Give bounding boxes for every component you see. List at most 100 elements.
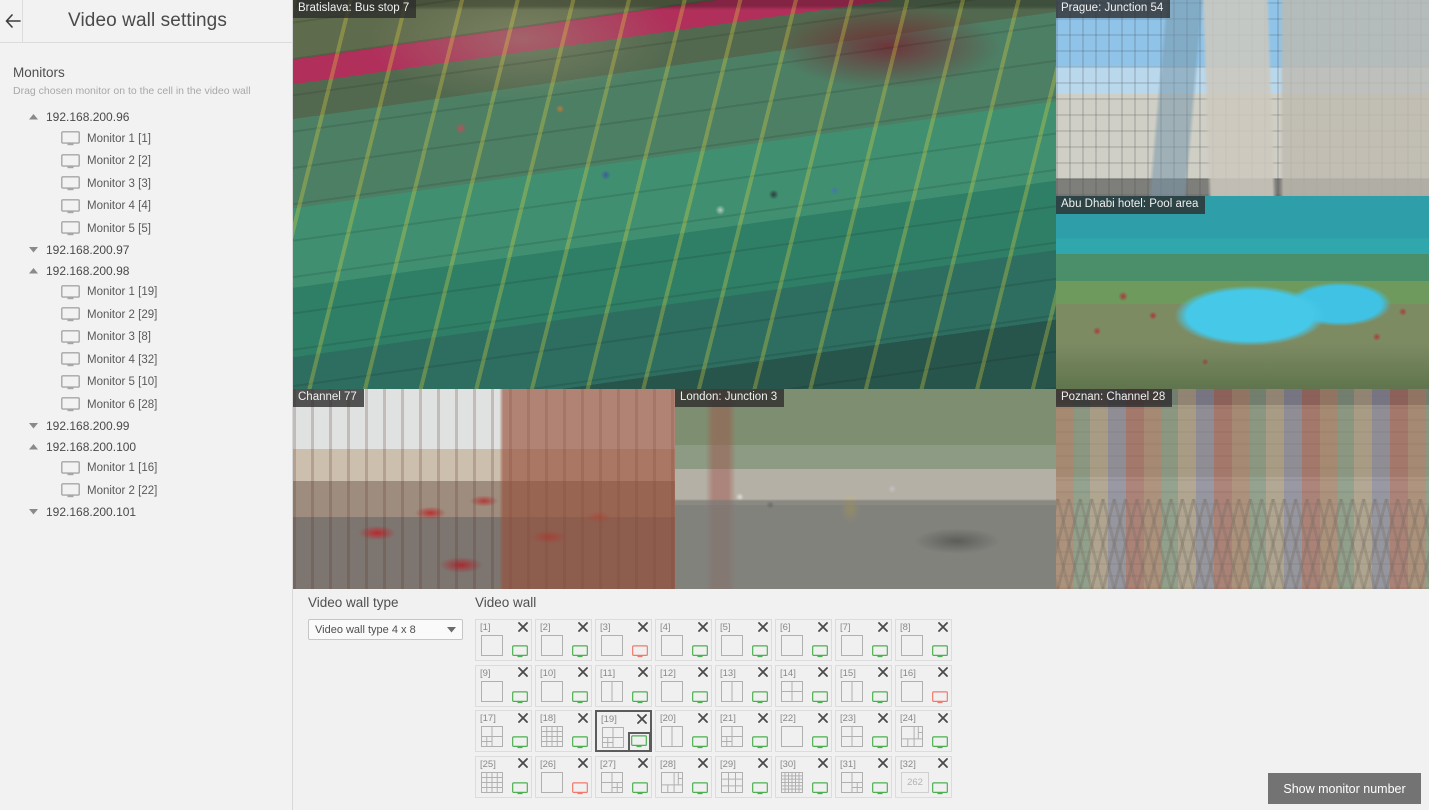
- monitor-online-icon[interactable]: [812, 690, 828, 704]
- close-icon[interactable]: [637, 621, 648, 632]
- wall-cell[interactable]: [19]: [595, 710, 652, 752]
- tree-group-192.168.200.99[interactable]: 192.168.200.99: [13, 416, 292, 437]
- wall-type-select[interactable]: Video wall type 4 x 8: [308, 619, 463, 640]
- close-icon[interactable]: [877, 667, 888, 678]
- close-icon[interactable]: [817, 758, 828, 769]
- wall-cell[interactable]: [1]: [475, 619, 532, 661]
- monitor-online-icon[interactable]: [752, 781, 768, 795]
- tree-group-192.168.200.98[interactable]: 192.168.200.98: [13, 261, 292, 282]
- monitor-online-icon[interactable]: [872, 736, 888, 749]
- monitor-online-icon[interactable]: [512, 781, 528, 795]
- close-icon[interactable]: [636, 713, 647, 724]
- wall-cell[interactable]: [24]: [895, 710, 952, 752]
- wall-cell[interactable]: [30]: [775, 755, 832, 798]
- tree-group-192.168.200.96[interactable]: 192.168.200.96: [13, 107, 292, 128]
- monitor-online-icon[interactable]: [632, 781, 648, 795]
- close-icon[interactable]: [817, 712, 828, 723]
- monitor-online-icon[interactable]: [812, 645, 828, 658]
- tree-group-192.168.200.100[interactable]: 192.168.200.100: [13, 437, 292, 458]
- close-icon[interactable]: [637, 758, 648, 769]
- caret-down-icon[interactable]: [26, 505, 40, 519]
- close-icon[interactable]: [517, 667, 528, 678]
- wall-cell[interactable]: [2]: [535, 619, 592, 661]
- wall-cell[interactable]: [15]: [835, 664, 892, 707]
- monitor-online-icon[interactable]: [512, 645, 528, 658]
- wall-cell[interactable]: [32] 262: [895, 755, 952, 798]
- close-icon[interactable]: [637, 667, 648, 678]
- monitor-item[interactable]: Monitor 4 [32]: [13, 349, 292, 372]
- close-icon[interactable]: [577, 758, 588, 769]
- wall-cell[interactable]: [23]: [835, 710, 892, 752]
- monitor-item[interactable]: Monitor 3 [8]: [13, 326, 292, 349]
- close-icon[interactable]: [517, 758, 528, 769]
- monitor-item[interactable]: Monitor 4 [4]: [13, 195, 292, 218]
- wall-cell[interactable]: [22]: [775, 710, 832, 752]
- monitor-online-icon[interactable]: [512, 736, 528, 749]
- wall-cell[interactable]: [17]: [475, 710, 532, 752]
- monitor-item[interactable]: Monitor 1 [1]: [13, 128, 292, 151]
- monitor-item[interactable]: Monitor 1 [16]: [13, 457, 292, 480]
- monitor-item[interactable]: Monitor 2 [29]: [13, 304, 292, 327]
- wall-cell[interactable]: [5]: [715, 619, 772, 661]
- caret-down-icon[interactable]: [26, 419, 40, 433]
- wall-cell[interactable]: [16]: [895, 664, 952, 707]
- monitor-item[interactable]: Monitor 5 [5]: [13, 218, 292, 241]
- monitor-item[interactable]: Monitor 3 [3]: [13, 173, 292, 196]
- video-tile[interactable]: Abu Dhabi hotel: Pool area: [1056, 196, 1429, 389]
- close-icon[interactable]: [757, 758, 768, 769]
- wall-cell[interactable]: [27]: [595, 755, 652, 798]
- monitor-online-icon[interactable]: [632, 690, 648, 704]
- monitor-online-icon[interactable]: [872, 690, 888, 704]
- close-icon[interactable]: [937, 712, 948, 723]
- monitor-online-icon[interactable]: [692, 781, 708, 795]
- monitor-online-icon[interactable]: [812, 781, 828, 795]
- monitor-online-icon[interactable]: [512, 690, 528, 704]
- caret-down-icon[interactable]: [26, 243, 40, 257]
- caret-up-icon[interactable]: [26, 264, 40, 278]
- close-icon[interactable]: [577, 667, 588, 678]
- caret-up-icon[interactable]: [26, 440, 40, 454]
- video-tile[interactable]: Prague: Junction 54: [1056, 0, 1429, 196]
- caret-up-icon[interactable]: [26, 110, 40, 124]
- monitor-online-icon[interactable]: [812, 736, 828, 749]
- close-icon[interactable]: [517, 621, 528, 632]
- wall-cell[interactable]: [18]: [535, 710, 592, 752]
- monitor-online-icon[interactable]: [752, 736, 768, 749]
- close-icon[interactable]: [877, 712, 888, 723]
- close-icon[interactable]: [877, 621, 888, 632]
- close-icon[interactable]: [937, 621, 948, 632]
- close-icon[interactable]: [697, 667, 708, 678]
- close-icon[interactable]: [817, 621, 828, 632]
- monitor-online-icon[interactable]: [572, 645, 588, 658]
- wall-cell[interactable]: [10]: [535, 664, 592, 707]
- monitor-online-icon[interactable]: [572, 690, 588, 704]
- monitor-online-icon[interactable]: [872, 645, 888, 658]
- close-icon[interactable]: [937, 667, 948, 678]
- monitor-online-icon[interactable]: [932, 736, 948, 749]
- close-icon[interactable]: [697, 758, 708, 769]
- wall-cell[interactable]: [29]: [715, 755, 772, 798]
- monitor-item[interactable]: Monitor 2 [2]: [13, 150, 292, 173]
- wall-cell[interactable]: [21]: [715, 710, 772, 752]
- monitor-online-icon[interactable]: [692, 690, 708, 704]
- wall-cell[interactable]: [12]: [655, 664, 712, 707]
- wall-cell[interactable]: [26]: [535, 755, 592, 798]
- wall-cell[interactable]: [7]: [835, 619, 892, 661]
- video-tile[interactable]: Poznan: Channel 28: [1056, 389, 1429, 589]
- monitor-item[interactable]: Monitor 2 [22]: [13, 480, 292, 503]
- tree-group-192.168.200.101[interactable]: 192.168.200.101: [13, 502, 292, 523]
- wall-cell[interactable]: [9]: [475, 664, 532, 707]
- close-icon[interactable]: [757, 621, 768, 632]
- monitor-item[interactable]: Monitor 1 [19]: [13, 281, 292, 304]
- monitor-offline-icon[interactable]: [572, 781, 588, 795]
- wall-cell[interactable]: [11]: [595, 664, 652, 707]
- monitor-online-icon[interactable]: [932, 645, 948, 658]
- close-icon[interactable]: [577, 712, 588, 723]
- close-icon[interactable]: [697, 621, 708, 632]
- show-monitor-number-button[interactable]: Show monitor number: [1268, 773, 1421, 804]
- close-icon[interactable]: [877, 758, 888, 769]
- wall-cell[interactable]: [25]: [475, 755, 532, 798]
- monitor-online-icon[interactable]: [692, 645, 708, 658]
- video-tile[interactable]: Channel 77: [293, 389, 675, 589]
- close-icon[interactable]: [577, 621, 588, 632]
